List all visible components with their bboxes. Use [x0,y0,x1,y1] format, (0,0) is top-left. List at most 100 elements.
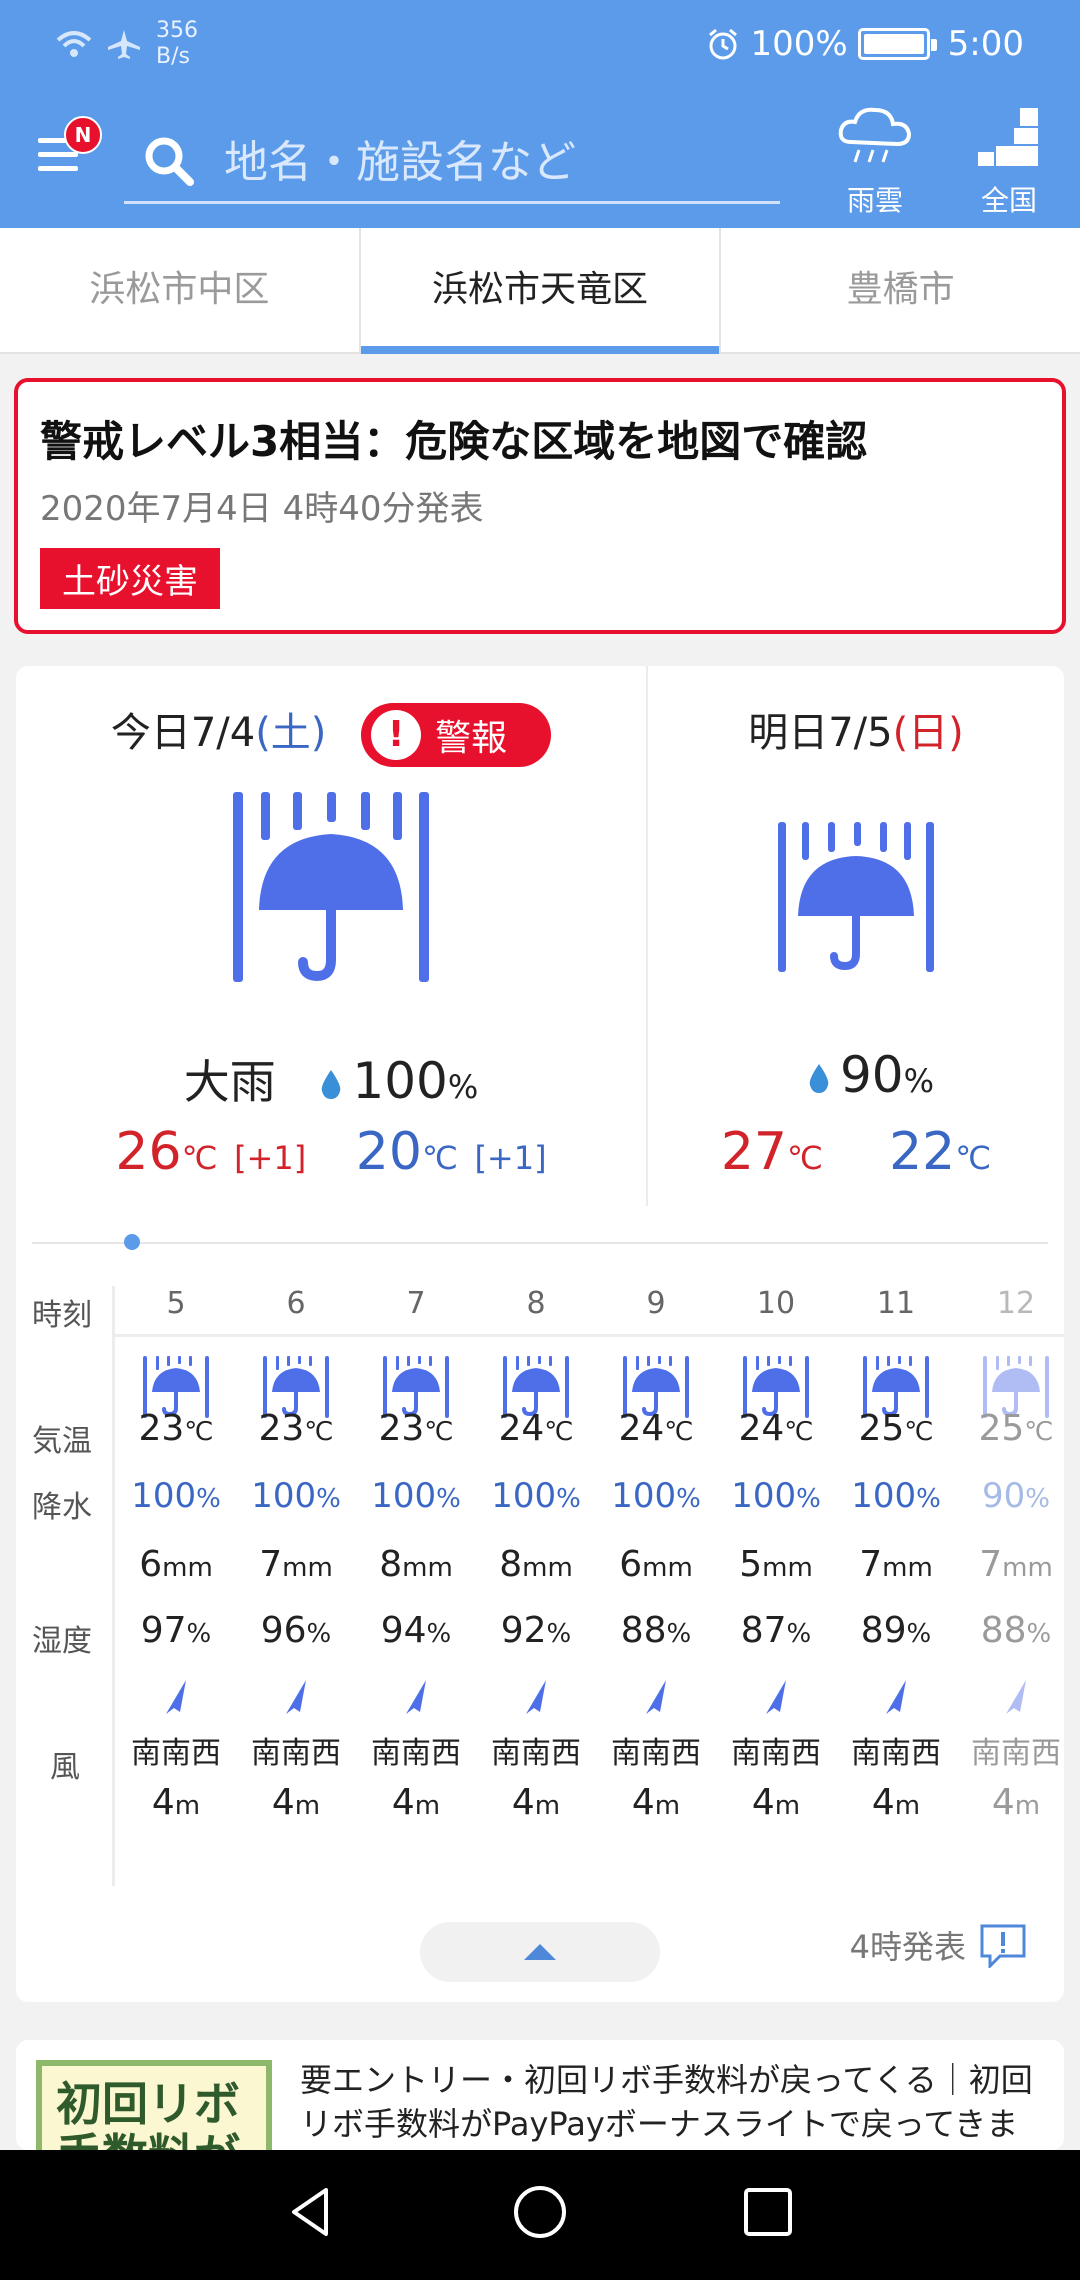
hour-label: 9 [646,1286,666,1321]
caret-up-icon [524,1944,556,1960]
tomorrow-weekday: (日) [892,710,964,756]
hour-temp: 23 [138,1408,185,1449]
hour-pop: 100 [731,1476,797,1516]
today-pop: 100 [352,1052,448,1110]
forecast-card: 今日7/4(土) ! 警報 大雨 100% 26℃ [+1] 20℃ [+1] … [16,666,1064,2002]
notification-badge: N [64,116,102,154]
rain-cloud-button[interactable]: 雨雲 [832,104,918,219]
hour-pop: 100 [611,1476,677,1516]
hour-label: 6 [286,1286,306,1321]
hour-wind-direction: 南南西 [731,1736,821,1771]
row-label-precip: 降水 [32,1490,92,1525]
wind-direction-arrow-icon [1006,1680,1026,1714]
hour-label: 12 [996,1286,1036,1321]
exclamation-icon: ! [371,710,422,760]
today-high-diff: [+1] [234,1139,307,1177]
ad-thumbnail: 初回リボ手数料が [36,2060,272,2150]
today-forecast[interactable]: 今日7/4(土) ! 警報 大雨 100% 26℃ [+1] 20℃ [+1] [16,666,648,1206]
hour-precip: 7 [979,1544,1003,1585]
ad-text: 要エントリー・初回リボ手数料が戻ってくる｜初回リボ手数料がPayPayボーナスラ… [300,2061,1033,2150]
hour-temp: 25 [858,1408,905,1449]
tomorrow-high: 27 [720,1122,787,1182]
hour-humidity: 89 [860,1610,907,1651]
hour-wind-speed: 4 [751,1782,775,1823]
hour-pop: 100 [251,1476,317,1516]
warning-badge[interactable]: ! 警報 [361,703,552,767]
back-icon[interactable] [282,2182,342,2242]
hour-wind-direction: 南南西 [611,1736,701,1771]
hour-temp: 24 [498,1408,545,1449]
hour-wind-speed: 4 [151,1782,175,1823]
row-label-temp: 気温 [32,1424,92,1459]
clock: 5:00 [947,24,1024,64]
hour-humidity: 88 [620,1610,667,1651]
hour-wind-speed: 4 [991,1782,1015,1823]
hour-label: 7 [406,1286,426,1321]
hour-humidity: 94 [380,1610,427,1651]
app-header: 356 B/s 100% 5:00 N 地名・施設名など 雨雲 全国 [0,0,1080,228]
hour-pop: 90 [982,1476,1026,1516]
hour-wind-direction: 南南西 [131,1736,221,1771]
hourly-forecast-table[interactable]: 時刻 気温 降水 湿度 風 5 23℃ 100% 6mm 97% 南南西 4m 6 23℃ 100… [16,1266,1064,1906]
tomorrow-date: 明日7/5 [748,710,893,756]
wind-direction-arrow-icon [166,1680,186,1714]
hour-humidity: 97 [140,1610,187,1651]
search-input[interactable] [224,130,764,194]
wind-direction-arrow-icon [886,1680,906,1714]
current-time-marker [124,1234,140,1250]
hour-humidity: 96 [260,1610,307,1651]
nationwide-button[interactable]: 全国 [966,104,1052,219]
tab-tenryu-ku[interactable]: 浜松市天竜区 [360,228,722,354]
wind-direction-arrow-icon [646,1680,666,1714]
hour-wind-direction: 南南西 [971,1736,1061,1771]
collapse-button[interactable] [420,1922,660,1982]
feedback-icon[interactable] [978,1922,1028,1968]
tomorrow-low: 22 [889,1122,956,1182]
rain-cloud-icon [838,107,912,163]
tomorrow-pop: 90 [839,1046,904,1104]
hourly-issued-time: 4時発表 [849,1928,966,1966]
hour-label: 10 [756,1286,796,1321]
home-icon[interactable] [510,2182,570,2242]
hour-precip: 5 [739,1544,763,1585]
warning-alert-card[interactable]: 警戒レベル3相当：危険な区域を地図で確認 2020年7月4日 4時40分発表 土… [14,378,1066,634]
status-bar: 356 B/s 100% 5:00 [0,0,1080,92]
japan-map-icon [978,108,1038,166]
hour-wind-speed: 4 [871,1782,895,1823]
wifi-icon [56,31,92,57]
rain-umbrella-icon [778,822,934,972]
search-bar[interactable] [124,122,780,204]
hour-precip: 7 [259,1544,283,1585]
wind-direction-arrow-icon [406,1680,426,1714]
wind-direction-arrow-icon [286,1680,306,1714]
alert-issued-time: 2020年7月4日 4時40分発表 [40,489,484,529]
hour-precip: 8 [379,1544,403,1585]
hour-temp: 23 [378,1408,425,1449]
wind-direction-arrow-icon [526,1680,546,1714]
alarm-icon [709,28,738,60]
hour-wind-direction: 南南西 [491,1736,581,1771]
tab-toyohashi[interactable]: 豊橋市 [721,228,1080,352]
hour-wind-speed: 4 [631,1782,655,1823]
today-high: 26 [115,1122,182,1182]
hour-humidity: 87 [740,1610,787,1651]
advertisement[interactable]: 初回リボ手数料が 要エントリー・初回リボ手数料が戻ってくる｜初回リボ手数料がPa… [16,2040,1064,2150]
hour-precip: 6 [139,1544,163,1585]
hour-pop: 100 [491,1476,557,1516]
tomorrow-forecast[interactable]: 明日7/5(日) 90% 27℃ 22℃ [648,666,1064,1206]
tab-naka-ku[interactable]: 浜松市中区 [0,228,361,352]
hour-wind-direction: 南南西 [371,1736,461,1771]
hour-precip: 8 [499,1544,523,1585]
row-label-humidity: 湿度 [32,1624,92,1659]
hour-label: 8 [526,1286,546,1321]
hour-precip: 7 [859,1544,883,1585]
network-speed: 356 B/s [156,18,198,69]
hour-wind-direction: 南南西 [851,1736,941,1771]
weather-condition: 大雨 [183,1055,276,1109]
hour-humidity: 88 [980,1610,1027,1651]
battery-percent: 100% [750,24,848,64]
recents-icon[interactable] [738,2182,798,2242]
hour-temp: 24 [618,1408,665,1449]
hour-humidity: 92 [500,1610,547,1651]
today-weekday: (土) [255,710,327,756]
